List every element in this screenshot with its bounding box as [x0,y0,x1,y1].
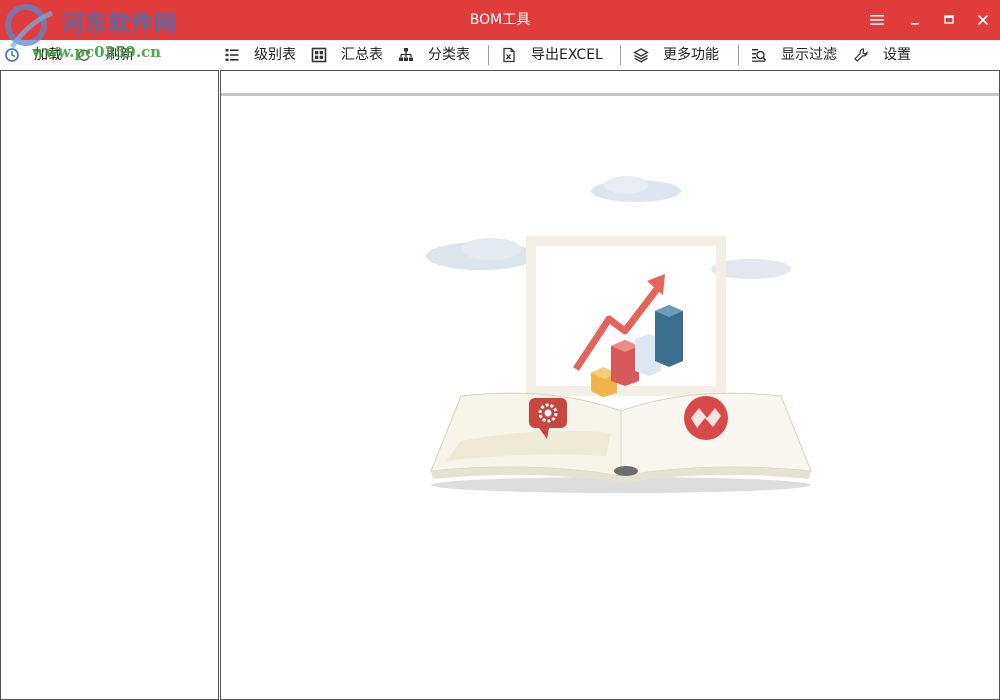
toolbar-separator [738,45,739,65]
menu-icon [870,15,884,25]
maximize-icon [944,15,954,24]
summary-grid-icon [311,47,327,63]
toolbar-separator [488,45,489,65]
category-table-label: 分类表 [428,47,470,63]
close-button[interactable] [970,7,996,33]
toolbar-separator [620,45,621,65]
settings-button[interactable]: 设置 [853,43,919,67]
main-header-bar [221,71,999,96]
minimize-button[interactable] [902,7,928,33]
summary-table-label: 汇总表 [341,47,383,63]
menu-button[interactable] [864,7,890,33]
main-content-panel[interactable] [220,70,1000,700]
wrench-icon [854,48,868,62]
empty-state-illustration [426,176,812,493]
settings-label: 设置 [883,47,911,63]
more-functions-button[interactable]: 更多功能 [633,43,729,67]
more-functions-label: 更多功能 [663,47,719,63]
summary-table-button[interactable]: 汇总表 [311,43,389,67]
watermark-url: www.pc0359.cn [32,43,162,61]
close-icon [977,14,989,26]
display-filter-label: 显示过滤 [781,47,837,63]
display-filter-button[interactable]: 显示过滤 [751,43,847,67]
left-tree-panel[interactable] [0,70,219,700]
export-excel-button[interactable]: 导出EXCEL [501,43,611,67]
level-table-button[interactable]: 级别表 [224,43,302,67]
level-table-label: 级别表 [254,47,296,63]
excel-export-icon [503,47,515,63]
category-table-button[interactable]: 分类表 [398,43,476,67]
maximize-button[interactable] [936,7,962,33]
watermark-text: 河东软件网 [62,11,178,37]
app-window: BOM工具 加载 刷新 级别表 汇总表 分类表 导出EXCEL 更多功能 显示过… [0,0,1000,700]
category-tree-icon [399,48,413,61]
layers-icon [633,48,649,63]
export-excel-label: 导出EXCEL [531,47,603,63]
minimize-icon [911,23,919,25]
filter-search-icon [752,49,767,62]
level-list-icon [225,49,239,61]
